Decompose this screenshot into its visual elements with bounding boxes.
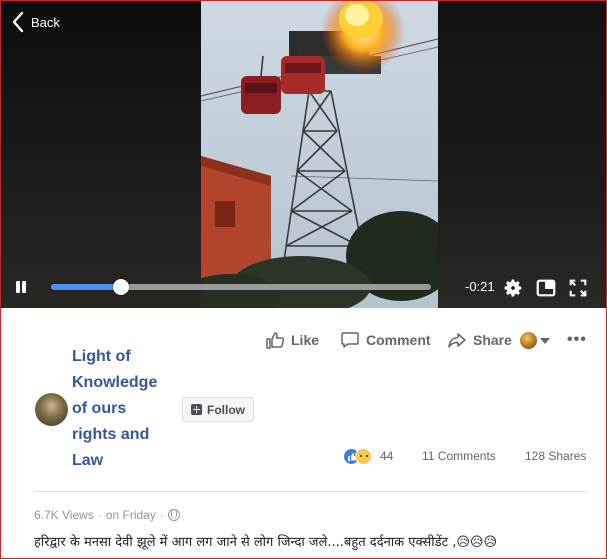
like-icon [266,332,285,349]
reaction-selector[interactable] [520,332,550,349]
chevron-left-icon [12,11,24,33]
comment-button[interactable]: Comment [340,330,431,350]
comment-icon [341,332,359,348]
page-avatar[interactable] [35,393,68,426]
comment-label: Comment [366,332,431,348]
comments-count[interactable]: 11 Comments [422,449,496,463]
divider [34,491,586,492]
user-avatar [520,332,537,349]
meta-separator: · [97,508,102,522]
post-caption: हरिद्वार के मनसा देवी झूले में आग लग जान… [34,535,498,550]
back-label: Back [31,14,60,30]
pause-icon [16,281,20,293]
follow-button[interactable]: Follow [182,397,254,422]
view-count: 6.7K Views [34,508,94,522]
share-button[interactable]: Share [447,330,512,350]
gear-icon[interactable] [502,277,524,299]
video-scene-image [201,1,438,308]
video-letterbox-left [1,1,201,308]
video-frame [201,1,438,308]
page-name-link[interactable]: Light of Knowledge of ours rights and La… [72,344,172,474]
share-label: Share [473,332,512,348]
meta-separator-2: · [159,508,164,522]
post-meta: 6.7K Views · on Friday · [34,508,180,522]
progress-fill [51,284,122,290]
like-button[interactable]: Like [265,330,319,350]
progress-knob[interactable] [113,279,130,295]
pip-icon[interactable] [535,277,557,299]
progress-track[interactable] [51,279,431,295]
post-date[interactable]: on Friday [106,508,156,522]
reactions-summary[interactable] [343,448,375,466]
more-options-button[interactable]: ••• [567,331,587,349]
follow-icon [191,404,202,415]
back-button[interactable]: Back [11,11,60,33]
fullscreen-icon[interactable] [567,277,589,299]
shares-count[interactable]: 128 Shares [525,449,586,463]
video-controls: -0:21 [1,273,606,303]
video-player[interactable]: Back -0:21 [1,1,606,308]
follow-label: Follow [207,402,245,417]
share-icon [448,333,466,348]
like-label: Like [291,332,320,348]
chevron-down-icon [540,337,550,344]
video-letterbox-right [438,1,606,308]
reaction-count[interactable]: 44 [380,449,393,463]
time-remaining: -0:21 [465,279,495,294]
sad-reaction-icon [355,448,372,465]
pause-button[interactable] [13,279,29,297]
globe-icon [167,509,180,521]
